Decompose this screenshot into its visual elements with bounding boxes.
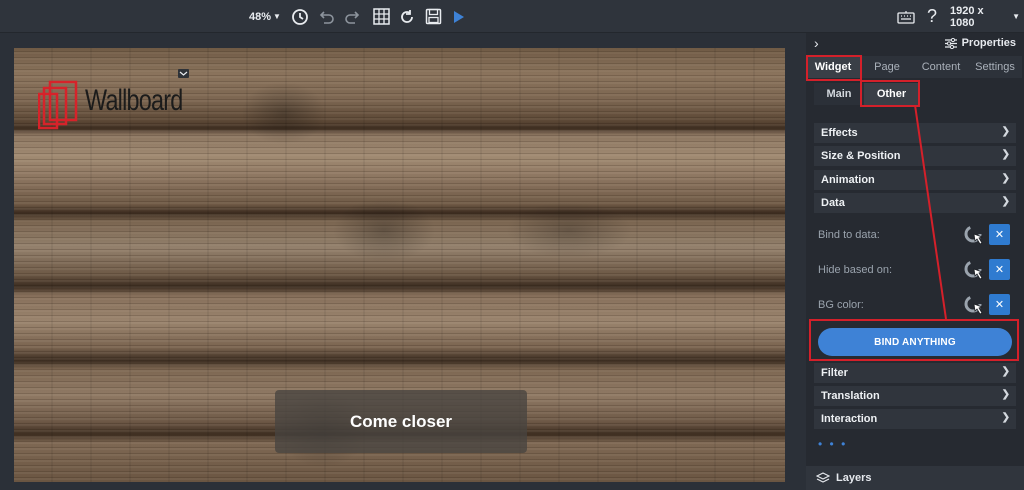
section-filter[interactable]: Filter ❯ xyxy=(814,363,1016,383)
logo-text: Wallboard xyxy=(85,84,183,117)
section-label: Size & Position xyxy=(821,150,901,162)
section-label: Interaction xyxy=(821,413,878,425)
section-label: Data xyxy=(821,197,845,209)
play-icon[interactable] xyxy=(450,0,468,33)
save-icon[interactable] xyxy=(422,0,444,33)
logo-widget[interactable]: Wallboard xyxy=(38,70,188,140)
undo-icon[interactable] xyxy=(315,0,337,33)
top-toolbar: 48% ▼ ? 1920 x 1080 ▼ xyxy=(0,0,1024,33)
clear-binding-button[interactable]: ✕ xyxy=(989,259,1010,280)
bind-cursor-icon[interactable] xyxy=(963,224,987,248)
refresh-icon[interactable] xyxy=(396,0,418,33)
history-icon[interactable] xyxy=(289,0,311,33)
chevron-right-icon[interactable]: › xyxy=(814,35,819,51)
chevron-down-icon: ❯ xyxy=(1001,366,1010,377)
subtab-main[interactable]: Main xyxy=(814,83,864,105)
wallboard-logo-icon xyxy=(38,80,78,130)
panel-title-label: Properties xyxy=(961,37,1016,49)
clear-binding-button[interactable]: ✕ xyxy=(989,224,1010,245)
chevron-down-icon: ▼ xyxy=(1012,12,1020,21)
text-widget[interactable]: Come closer xyxy=(275,390,527,453)
workspace: Wallboard Come closer xyxy=(0,33,806,490)
section-label: Effects xyxy=(821,127,858,139)
layers-icon xyxy=(816,472,830,483)
design-canvas[interactable]: Wallboard Come closer xyxy=(14,48,785,482)
section-label: Animation xyxy=(821,174,875,186)
highlight-other-subtab xyxy=(860,80,920,107)
chevron-down-icon: ❯ xyxy=(1001,389,1010,400)
chevron-down-icon: ▼ xyxy=(273,12,281,21)
panel-title: Properties xyxy=(944,37,1016,49)
more-options-icon[interactable]: • • • xyxy=(818,437,847,451)
highlight-bind-button xyxy=(809,319,1019,361)
layers-bar[interactable]: Layers xyxy=(806,466,1024,490)
section-translation[interactable]: Translation ❯ xyxy=(814,386,1016,406)
bind-cursor-icon[interactable] xyxy=(963,294,987,318)
row-label: Hide based on: xyxy=(818,264,892,276)
layers-label: Layers xyxy=(836,472,872,484)
grid-icon[interactable] xyxy=(370,0,392,33)
redo-icon[interactable] xyxy=(342,0,364,33)
resolution-select[interactable]: 1920 x 1080 ▼ xyxy=(950,0,1020,33)
widget-menu-icon[interactable] xyxy=(178,69,189,78)
zoom-value: 48% xyxy=(249,10,272,23)
clear-binding-button[interactable]: ✕ xyxy=(989,294,1010,315)
bind-cursor-icon[interactable] xyxy=(963,259,987,283)
highlight-connector-line xyxy=(914,105,947,320)
chevron-down-icon: ❯ xyxy=(1001,126,1010,137)
section-label: Translation xyxy=(821,390,880,402)
resolution-value: 1920 x 1080 xyxy=(950,4,984,29)
keyboard-icon[interactable] xyxy=(895,0,917,33)
tab-settings[interactable]: Settings xyxy=(968,56,1022,78)
chevron-down-icon: ❯ xyxy=(1001,149,1010,160)
row-label: BG color: xyxy=(818,299,864,311)
sliders-icon xyxy=(944,37,957,49)
chevron-down-icon: ❯ xyxy=(1001,412,1010,423)
tab-page[interactable]: Page xyxy=(860,56,914,78)
panel-header: › Properties xyxy=(806,33,1024,55)
chevron-down-icon: ❯ xyxy=(1001,173,1010,184)
row-label: Bind to data: xyxy=(818,229,880,241)
tab-content[interactable]: Content xyxy=(914,56,968,78)
chevron-up-icon: ❯ xyxy=(1001,196,1010,207)
highlight-widget-tab xyxy=(806,55,862,81)
section-label: Filter xyxy=(821,367,848,379)
section-interaction[interactable]: Interaction ❯ xyxy=(814,409,1016,429)
zoom-select[interactable]: 48% ▼ xyxy=(246,0,284,33)
help-icon[interactable]: ? xyxy=(922,0,942,33)
